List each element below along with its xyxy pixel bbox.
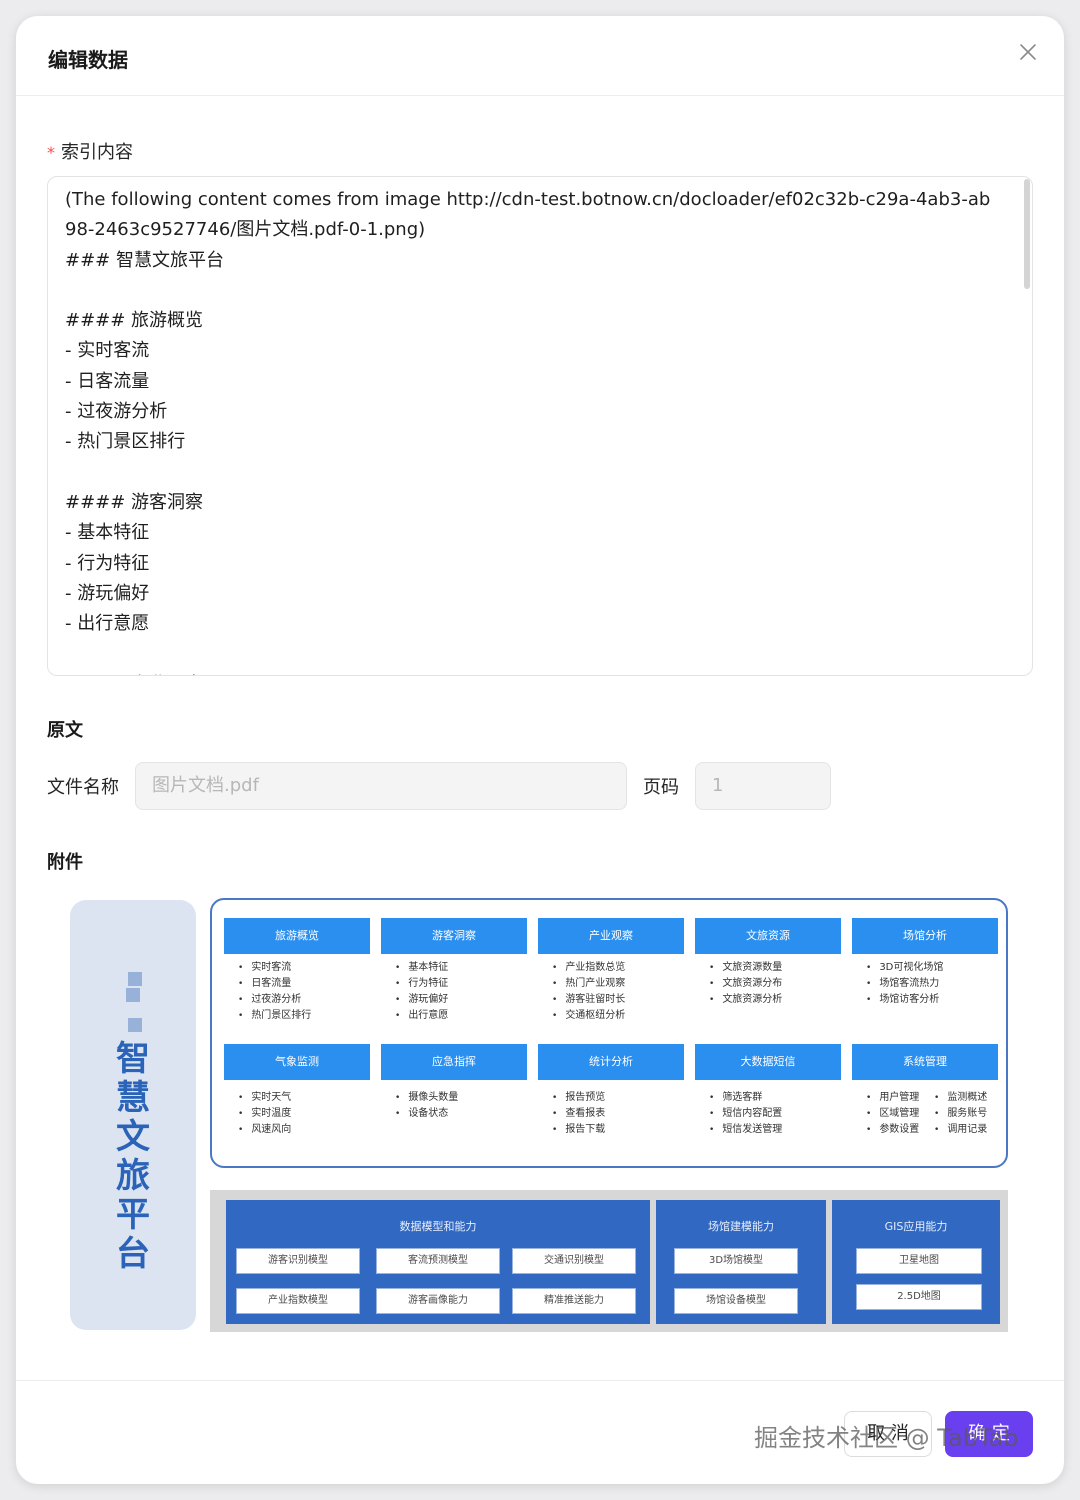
platform-title-panel: 智 慧 文 旅 平 台 [70,900,196,1330]
module-card: 气象监测 实时天气实时温度风速风向 [224,1044,370,1138]
attachment-image: 智 慧 文 旅 平 台 旅游概览 实时客流日客流量过夜游分析热门景区排行 游客洞… [70,898,1010,1332]
module-card: 场馆分析 3D可视化场馆场馆客流热力场馆访客分析 [852,918,998,1008]
scrollbar-thumb[interactable] [1024,179,1030,289]
module-card: 系统管理 用户管理监测概述区域管理服务账号参数设置调用记录 [852,1044,998,1138]
required-mark: * [47,143,55,162]
file-name-label: 文件名称 [47,777,119,798]
dialog-header: 编辑数据 [16,16,1064,96]
gis-capability-box: GIS应用能力 卫星地图 2.5D地图 [832,1200,1000,1324]
textarea-scrollbar[interactable] [1020,177,1032,675]
module-card: 产业观察 产业指数总览热门产业观察游客驻留时长交通枢纽分析 [538,918,684,1024]
edit-data-dialog: 编辑数据 * 索引内容 (The following content comes … [16,16,1064,1484]
page-number-input[interactable]: 1 [695,762,831,810]
index-content-text[interactable]: (The following content comes from image … [65,185,1000,675]
logo-icon [124,970,146,1034]
attachment-section-title: 附件 [47,852,83,873]
module-card: 大数据短信 筛选客群短信内容配置短信发送管理 [695,1044,841,1138]
module-card: 旅游概览 实时客流日客流量过夜游分析热门景区排行 [224,918,370,1024]
source-section-title: 原文 [47,720,83,741]
index-content-textarea[interactable]: (The following content comes from image … [47,176,1033,676]
module-card: 应急指挥 摄像头数量设备状态 [381,1044,527,1122]
watermark: 掘金技术社区 @ TabTab [754,1424,1019,1452]
index-content-label-text: 索引内容 [61,142,133,163]
close-icon[interactable] [1016,40,1040,64]
module-card: 统计分析 报告预览查看报表报告下载 [538,1044,684,1138]
module-card: 文旅资源 文旅资源数量文旅资源分布文旅资源分析 [695,918,841,1008]
dialog-title: 编辑数据 [48,48,128,72]
file-name-input[interactable]: 图片文档.pdf [135,762,627,810]
venue-modeling-box: 场馆建模能力 3D场馆模型 场馆设备模型 [656,1200,826,1324]
platform-title: 智 慧 文 旅 平 台 [116,1039,150,1274]
index-content-label: * 索引内容 [47,138,133,164]
page-number-label: 页码 [643,777,679,798]
module-card: 游客洞察 基本特征行为特征游玩偏好出行意愿 [381,918,527,1024]
capabilities-panel: 数据模型和能力 游客识别模型 客流预测模型 交通识别模型 产业指数模型 游客画像… [210,1190,1008,1332]
modules-panel: 旅游概览 实时客流日客流量过夜游分析热门景区排行 游客洞察 基本特征行为特征游玩… [210,898,1008,1168]
data-model-box: 数据模型和能力 游客识别模型 客流预测模型 交通识别模型 产业指数模型 游客画像… [226,1200,650,1324]
